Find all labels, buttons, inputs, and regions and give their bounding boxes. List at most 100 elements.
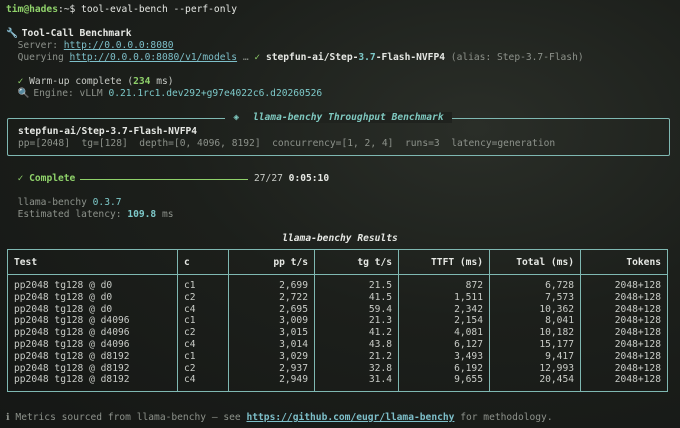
cell-pp: 2,949: [228, 374, 315, 392]
cell-pp: 3,015: [228, 327, 315, 339]
cell-c: c2: [177, 327, 229, 339]
benchy-name: llama-benchy: [17, 197, 93, 208]
cell-tokens: 2048+128: [614, 362, 661, 374]
table-row: pp2048 tg128 @ d4096 c4 3,014 43.8 6,127 15,1…: [7, 338, 668, 351]
cell-ttft: 3,493: [398, 350, 490, 363]
cell-total: 8,041: [489, 315, 581, 328]
engine-line: 🔍 Engine: vLLM 0.21.1rc1.dev292+g97e4022…: [6, 88, 323, 100]
warmup-text: Warm-up complete (: [29, 76, 134, 87]
prompt-command: tool-eval-bench --perf-only: [75, 4, 238, 15]
cell-tg: 32.8: [314, 362, 399, 375]
table-row: pp2048 tg128 @ d8192 c4 2,949 31.4 9,655 20,4…: [7, 374, 668, 392]
cell-ttft: 6,192: [398, 362, 490, 375]
cell-total: 15,177: [489, 338, 581, 351]
cell-total: 7,573: [489, 291, 581, 304]
cell-c: c4: [177, 374, 229, 392]
cell-test: pp2048 tg128 @ d4096: [7, 338, 178, 351]
cell-test: pp2048 tg128 @ d8192: [7, 362, 178, 375]
cell-tg: 31.4: [314, 374, 399, 392]
server-label: Server:: [17, 40, 64, 51]
cell-c: c1: [177, 350, 229, 363]
check-icon: ✓: [17, 173, 24, 184]
progress-status: 27/27 0:05:10: [254, 173, 329, 185]
cell-tg: 59.4: [314, 303, 399, 316]
querying-line: Querying http://0.0.0.0:8080/v1/models ……: [6, 52, 584, 64]
check-icon: ✓: [254, 52, 261, 63]
table-row: pp2048 tg128 @ d8192 c1 3,029 21.2 3,493 9,41…: [7, 350, 668, 363]
wrench-icon: 🔧: [6, 28, 18, 39]
model-suffix: -Flash-NVFP4: [375, 52, 446, 63]
complete-label: Complete: [29, 173, 76, 184]
cell-total: 20,454: [489, 374, 581, 392]
model-alias: (alias: Step-3.7-Flash): [445, 52, 584, 63]
footer-line: ℹ Metrics sourced from llama-benchy — se…: [6, 412, 553, 424]
progress-bar: [80, 179, 248, 180]
latency-unit: ms: [156, 209, 174, 220]
cell-total: 6,728: [489, 274, 581, 292]
progress-count: 27/27: [254, 173, 283, 184]
cell-test: pp2048 tg128 @ d8192: [7, 374, 178, 392]
table-row: pp2048 tg128 @ d4096 c2 3,015 41.2 4,081 10,1…: [7, 327, 668, 339]
column-header-ttft: TTFT (ms): [398, 249, 490, 275]
cell-c: c4: [177, 338, 229, 351]
cell-test: pp2048 tg128 @ d0: [7, 303, 178, 316]
results-header-row: Test c pp t/s tg t/s TTFT (ms) Total (ms…: [7, 249, 668, 275]
warmup-line: ✓ Warm-up complete (234 ms): [6, 76, 174, 88]
model-name: stepfun-ai/Step-3.7-Flash-NVFP4: [266, 52, 445, 63]
throughput-params: pp=[2048] tg=[128] depth=[0, 4096, 8192]…: [18, 138, 556, 149]
column-header-c: c: [177, 249, 229, 275]
cell-tg: 41.5: [314, 291, 399, 304]
cell-tg: 41.2: [314, 327, 399, 339]
benchy-version: 0.3.7: [92, 197, 122, 208]
results-title: llama-benchy Results: [282, 233, 398, 244]
cell-c: c1: [177, 274, 229, 292]
elapsed-time: 0:05:10: [288, 173, 330, 184]
cell-c: c4: [177, 303, 229, 316]
engine-version: 0.21.1rc1.dev292+g97e4022c6.d20260526: [108, 88, 323, 99]
querying-url-link[interactable]: http://0.0.0.0:8080/v1/models: [70, 52, 238, 63]
throughput-panel-title: ◈ llama-benchy Throughput Benchmark: [8, 112, 669, 123]
column-header-pp: pp t/s: [228, 249, 315, 275]
cell-test: pp2048 tg128 @ d4096: [7, 315, 178, 328]
cell-test: pp2048 tg128 @ d8192: [7, 350, 178, 363]
model-prefix: stepfun-ai/Step-: [265, 52, 359, 63]
cell-tokens: 2048+128: [614, 350, 661, 362]
cell-c: c2: [177, 291, 229, 304]
cell-pp: 2,695: [228, 303, 315, 316]
prompt-path: :~$: [57, 4, 76, 15]
cell-total: 12,993: [489, 362, 581, 375]
cell-tg: 21.3: [314, 315, 399, 328]
cell-tokens: 2048+128: [614, 315, 661, 327]
server-url-link[interactable]: http://0.0.0.0:8080: [64, 40, 174, 51]
complete-line: ✓ Complete: [6, 173, 76, 185]
cell-pp: 3,009: [228, 315, 315, 328]
magnifier-icon: 🔍: [17, 88, 30, 99]
cell-pp: 2,722: [228, 291, 315, 304]
cell-test: pp2048 tg128 @ d4096: [7, 327, 178, 339]
model-version: 3.7: [358, 52, 376, 63]
cell-tokens: 2048+128: [614, 338, 661, 350]
column-header-tg: tg t/s: [314, 249, 399, 275]
cell-pp: 3,029: [228, 350, 315, 363]
footer-text: Metrics sourced from llama-benchy — see: [9, 412, 247, 423]
footer-tail: for methodology.: [454, 412, 553, 423]
cell-tokens: 2048+128: [614, 291, 661, 303]
footer-link[interactable]: https://github.com/eugr/llama-benchy: [246, 412, 454, 423]
prompt-user: tim@hades: [6, 4, 58, 15]
table-row: pp2048 tg128 @ d0 c4 2,695 59.4 2,342 10,362 2…: [7, 303, 668, 316]
cell-tg: 21.5: [314, 274, 399, 292]
column-header-tokens: Tokens: [580, 249, 668, 275]
cell-ttft: 9,655: [398, 374, 490, 392]
cell-tokens: 2048+128: [614, 374, 661, 386]
cell-ttft: 4,081: [398, 327, 490, 339]
benchmark-title-text: Tool-Call Benchmark: [21, 28, 132, 39]
cell-pp: 2,699: [228, 274, 315, 292]
cell-c: c2: [177, 362, 229, 375]
warmup-ms: 234: [133, 76, 151, 87]
latency-line: Estimated latency: 109.8 ms: [6, 209, 174, 221]
cell-ttft: 2,342: [398, 303, 490, 316]
cell-test: pp2048 tg128 @ d0: [7, 274, 178, 292]
cell-pp: 2,937: [228, 362, 315, 375]
querying-label: Querying: [17, 52, 70, 63]
table-row: pp2048 tg128 @ d0 c2 2,722 41.5 1,511 7,573 20…: [7, 291, 668, 304]
